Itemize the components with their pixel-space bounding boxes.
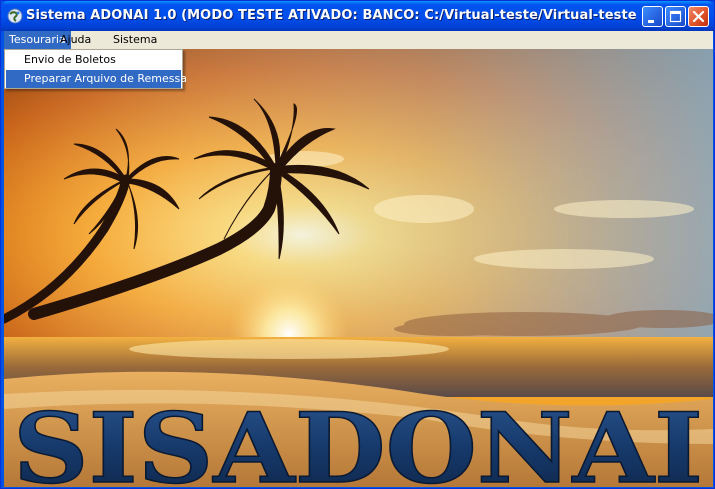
tesouraria-dropdown: Envio de Boletos Preparar Arquivo de Rem… (4, 49, 187, 89)
minimize-button[interactable] (642, 6, 663, 27)
main-window: Sistema ADONAI 1.0 (MODO TESTE ATIVADO: … (0, 0, 715, 489)
sisadonai-logo: SISADONAI (13, 392, 703, 487)
menu-ajuda[interactable]: Ajuda (55, 31, 96, 49)
maximize-button[interactable] (665, 6, 686, 27)
title-bar[interactable]: Sistema ADONAI 1.0 (MODO TESTE ATIVADO: … (1, 1, 714, 31)
close-icon (692, 10, 705, 23)
minimize-icon (648, 20, 654, 23)
window-title: Sistema ADONAI 1.0 (MODO TESTE ATIVADO: … (26, 8, 636, 23)
menu-sistema[interactable]: Sistema (108, 31, 162, 49)
menu-item-preparar-arquivo-de-remessa[interactable]: Preparar Arquivo de Remessa (6, 70, 187, 88)
close-button[interactable] (688, 6, 709, 27)
beach-sunset-image: SISADONAI (4, 49, 713, 487)
maximize-icon (669, 10, 682, 23)
menu-bar: Tesouraria Ajuda Sistema (4, 31, 713, 49)
background-canvas: SISADONAI (4, 49, 713, 487)
menu-item-envio-de-boletos[interactable]: Envio de Boletos (6, 51, 181, 69)
app-globe-icon[interactable] (7, 8, 23, 24)
